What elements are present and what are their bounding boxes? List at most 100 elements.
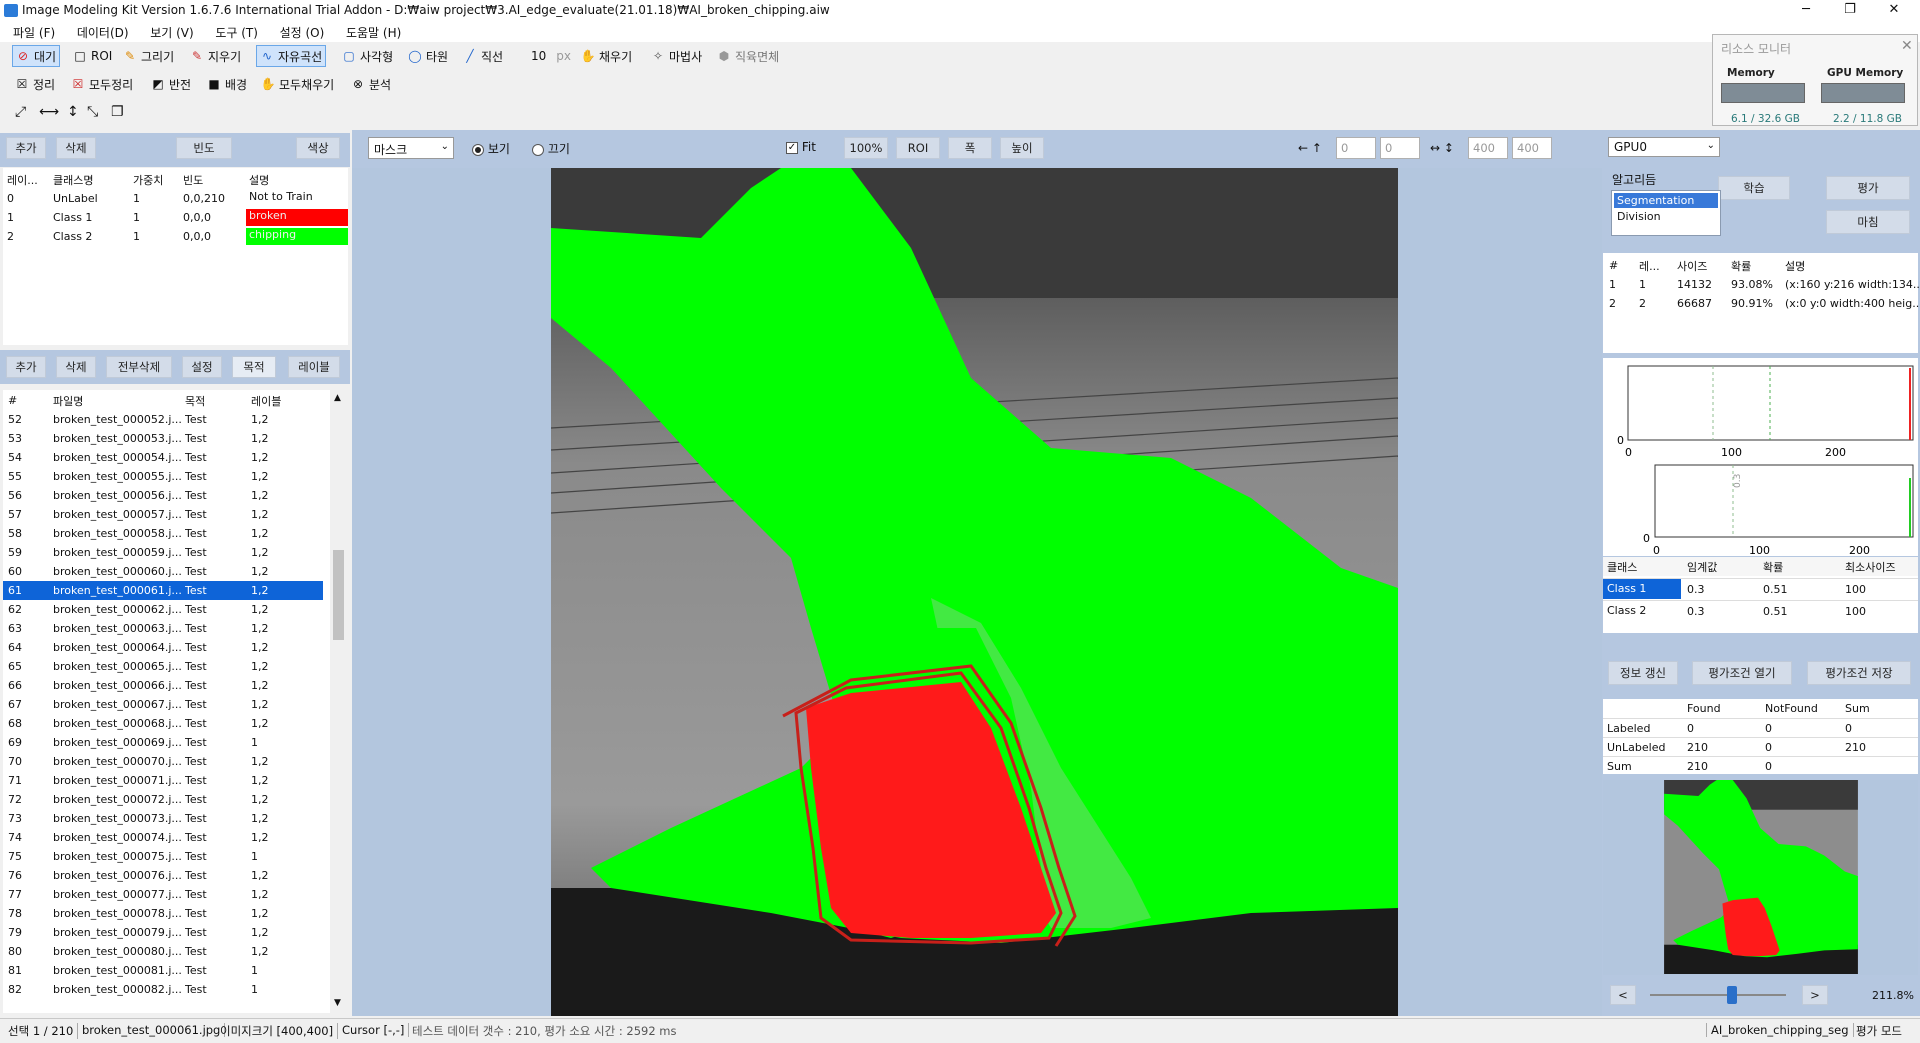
file-row[interactable]: 67 broken_test_000067.j... Test 1,2 [3, 695, 323, 714]
scroll-thumb[interactable] [333, 550, 344, 640]
radio-off[interactable]: 끄기 [532, 140, 570, 157]
file-row[interactable]: 71 broken_test_000071.j... Test 1,2 [3, 771, 323, 790]
tool-erase-button[interactable]: ✎ 지우기 [187, 45, 244, 67]
thumbnail-image[interactable] [1664, 780, 1858, 974]
file-row[interactable]: 63 broken_test_000063.j... Test 1,2 [3, 619, 323, 638]
menu-data[interactable]: 데이터(D) [68, 22, 138, 43]
save-eval-condition-button[interactable]: 평가조건 저장 [1807, 661, 1911, 685]
threshold-row[interactable]: Class 2 0.3 0.51 100 [1603, 600, 1918, 621]
width-button[interactable]: 폭 [948, 137, 992, 159]
menu-help[interactable]: 도움말 (H) [337, 22, 410, 43]
file-row[interactable]: 66 broken_test_000066.j... Test 1,2 [3, 676, 323, 695]
file-row[interactable]: 78 broken_test_000078.j... Test 1,2 [3, 904, 323, 923]
menu-tools[interactable]: 도구 (T) [206, 22, 267, 43]
file-add-button[interactable]: 추가 [6, 356, 46, 378]
file-row[interactable]: 68 broken_test_000068.j... Test 1,2 [3, 714, 323, 733]
fit-width-icon[interactable]: ⟷ [36, 101, 62, 123]
brush-size-field[interactable]: 10 px [528, 45, 574, 67]
invert-button[interactable]: ◩ 반전 [148, 73, 194, 95]
tool-cuboid-button[interactable]: ⬢ 직육면체 [714, 45, 782, 67]
height-button[interactable]: 높이 [1000, 137, 1044, 159]
refresh-info-button[interactable]: 정보 갱신 [1608, 661, 1678, 685]
image-canvas[interactable] [551, 168, 1398, 1016]
file-row[interactable]: 64 broken_test_000064.j... Test 1,2 [3, 638, 323, 657]
file-row[interactable]: 58 broken_test_000058.j... Test 1,2 [3, 524, 323, 543]
open-eval-condition-button[interactable]: 평가조건 열기 [1692, 661, 1792, 685]
scroll-up-icon[interactable]: ▲ [334, 393, 341, 403]
file-row[interactable]: 81 broken_test_000081.j... Test 1 [3, 961, 323, 980]
roi-button[interactable]: ROI [896, 137, 940, 159]
menu-view[interactable]: 보기 (V) [141, 22, 202, 43]
class-color-button[interactable]: 색상 [296, 137, 340, 159]
tool-roi-button[interactable]: □ ROI [70, 45, 115, 67]
class-row[interactable]: 0 UnLabel 1 0,0,210 Not to Train [3, 189, 348, 208]
file-row[interactable]: 61 broken_test_000061.j... Test 1,2 [3, 581, 323, 600]
maximize-button[interactable]: ❐ [1828, 0, 1872, 22]
file-delete-all-button[interactable]: 전부삭제 [106, 356, 172, 378]
threshold-row[interactable]: Class 1 0.3 0.51 100 [1603, 578, 1918, 599]
minimize-button[interactable]: ─ [1784, 0, 1828, 22]
roi-w-input[interactable]: 400 [1468, 137, 1508, 159]
file-row[interactable]: 82 broken_test_000082.j... Test 1 [3, 980, 323, 999]
file-delete-button[interactable]: 삭제 [56, 356, 96, 378]
resource-monitor-close-icon[interactable]: ✕ [1901, 38, 1913, 54]
fit-checkbox[interactable]: ✓ Fit [786, 140, 816, 154]
class-row[interactable]: 1 Class 1 1 0,0,0 broken [3, 208, 348, 227]
file-row[interactable]: 65 broken_test_000065.j... Test 1,2 [3, 657, 323, 676]
class-delete-button[interactable]: 삭제 [56, 137, 96, 159]
file-row[interactable]: 73 broken_test_000073.j... Test 1,2 [3, 809, 323, 828]
file-row[interactable]: 77 broken_test_000077.j... Test 1,2 [3, 885, 323, 904]
file-row[interactable]: 52 broken_test_000052.j... Test 1,2 [3, 410, 323, 429]
prev-button[interactable]: < [1610, 985, 1636, 1005]
file-row[interactable]: 57 broken_test_000057.j... Test 1,2 [3, 505, 323, 524]
file-row[interactable]: 60 broken_test_000060.j... Test 1,2 [3, 562, 323, 581]
file-row[interactable]: 59 broken_test_000059.j... Test 1,2 [3, 543, 323, 562]
file-row[interactable]: 53 broken_test_000053.j... Test 1,2 [3, 429, 323, 448]
file-list-scrollbar[interactable]: ▲ ▼ [330, 390, 347, 1013]
class-row[interactable]: 2 Class 2 1 0,0,0 chipping [3, 227, 348, 246]
tool-ellipse-button[interactable]: ◯ 타원 [405, 45, 451, 67]
scroll-down-icon[interactable]: ▼ [334, 998, 341, 1008]
radio-view[interactable]: 보기 [472, 140, 510, 157]
file-row[interactable]: 62 broken_test_000062.j... Test 1,2 [3, 600, 323, 619]
fit-all-icon[interactable]: ⤡ [84, 101, 101, 123]
file-row[interactable]: 79 broken_test_000079.j... Test 1,2 [3, 923, 323, 942]
file-row[interactable]: 56 broken_test_000056.j... Test 1,2 [3, 486, 323, 505]
roi-h-input[interactable]: 400 [1512, 137, 1552, 159]
file-row[interactable]: 74 broken_test_000074.j... Test 1,2 [3, 828, 323, 847]
result-row[interactable]: 2 2 66687 90.91% (x:0 y:0 width:400 heig... [1603, 294, 1920, 313]
fit-height-icon[interactable]: ↕ [64, 101, 82, 123]
file-row[interactable]: 75 broken_test_000075.j... Test 1 [3, 847, 323, 866]
file-row[interactable]: 80 broken_test_000080.j... Test 1,2 [3, 942, 323, 961]
fill-all-button[interactable]: ✋ 모두채우기 [258, 73, 337, 95]
mask-mode-select[interactable]: 마스크 ⌄ [368, 137, 454, 159]
tool-fill-button[interactable]: ✋ 채우기 [578, 45, 635, 67]
file-settings-button[interactable]: 설정 [182, 356, 222, 378]
roi-y-input[interactable]: 0 [1380, 137, 1420, 159]
tool-wait-button[interactable]: ⊘ 대기 [12, 45, 61, 67]
tool-line-button[interactable]: ╱ 직선 [460, 45, 506, 67]
result-row[interactable]: 1 1 14132 93.08% (x:160 y:216 width:134... [1603, 275, 1920, 294]
tool-wizard-button[interactable]: ✧ 마법사 [648, 45, 705, 67]
analyze-button[interactable]: ⊗ 분석 [348, 73, 394, 95]
algorithm-list[interactable]: Segmentation Division [1611, 190, 1721, 236]
file-row[interactable]: 72 broken_test_000072.j... Test 1,2 [3, 790, 323, 809]
next-button[interactable]: > [1802, 985, 1828, 1005]
algorithm-division[interactable]: Division [1614, 210, 1718, 223]
evaluate-button[interactable]: 평가 [1826, 176, 1910, 200]
menu-file[interactable]: 파일 (F) [4, 22, 64, 43]
close-button[interactable]: ✕ [1872, 0, 1916, 22]
tool-freecurve-button[interactable]: ∿ 자유곡선 [256, 45, 327, 67]
algorithm-segmentation[interactable]: Segmentation [1614, 193, 1718, 208]
tool-draw-button[interactable]: ✎ 그리기 [120, 45, 177, 67]
class-frequency-button[interactable]: 빈도 [176, 137, 232, 159]
fit-expand-icon[interactable]: ⤢ [12, 101, 29, 123]
file-row[interactable]: 54 broken_test_000054.j... Test 1,2 [3, 448, 323, 467]
zoom-100-button[interactable]: 100% [844, 137, 888, 159]
file-row[interactable]: 69 broken_test_000069.j... Test 1 [3, 733, 323, 752]
gpu-select[interactable]: GPU0 ⌄ [1608, 137, 1720, 157]
zoom-slider-thumb[interactable] [1726, 986, 1737, 1004]
train-button[interactable]: 학습 [1718, 176, 1790, 200]
copy-icon[interactable]: ❐ [108, 101, 127, 123]
finish-button[interactable]: 마침 [1826, 210, 1910, 234]
